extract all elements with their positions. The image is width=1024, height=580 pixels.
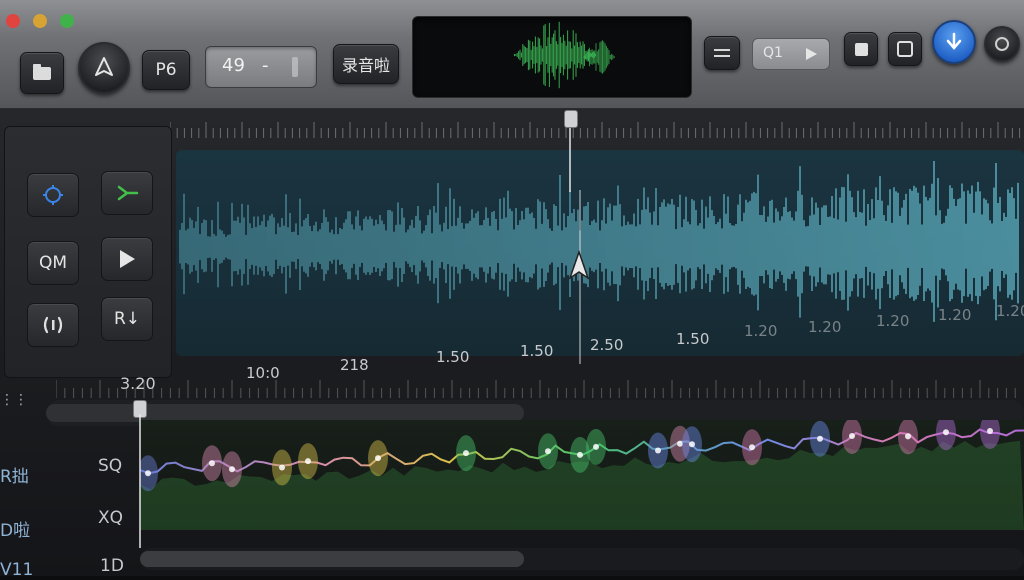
- r-button[interactable]: R↓: [101, 297, 153, 341]
- time-label: 1.20: [744, 322, 778, 340]
- track-1-left-label: R拙: [0, 467, 29, 487]
- track-1-right-label: SQ: [98, 456, 123, 476]
- pitch-node-dot: [545, 448, 551, 455]
- download-button[interactable]: [932, 20, 976, 64]
- pitch-node-dot: [593, 443, 599, 450]
- play-icon: [120, 250, 135, 268]
- qm-label: QM: [38, 253, 68, 273]
- broadcast-button[interactable]: [27, 303, 79, 347]
- arrow-down-icon: [946, 32, 962, 50]
- time-label: 1.20: [808, 318, 842, 336]
- pitch-track-area[interactable]: [138, 413, 1024, 530]
- pitch-node-dot: [749, 444, 755, 451]
- lower-ruler: [56, 380, 1016, 398]
- list-view-button[interactable]: [704, 36, 740, 70]
- mini-display-text: Q1: [763, 45, 783, 61]
- track-2-left-label: D啦: [0, 521, 31, 541]
- mini-display[interactable]: Q1: [752, 38, 830, 70]
- track-3-right-label: 1D: [100, 556, 124, 576]
- time-label: 1.20: [996, 302, 1024, 320]
- pitch-node-dot: [655, 447, 661, 454]
- track-2-right-label: XQ: [98, 508, 124, 528]
- menu-lines-icon: [714, 49, 730, 57]
- play-button[interactable]: [101, 237, 153, 281]
- playhead-top-line: [569, 122, 571, 192]
- time-label: 1.50: [520, 342, 554, 360]
- pitch-node-dot: [375, 455, 381, 462]
- value-field[interactable]: 49 -: [205, 46, 317, 88]
- oscilloscope-display: [412, 16, 692, 98]
- record-count-label: P6: [155, 60, 177, 80]
- pitch-node-dot: [145, 470, 151, 477]
- field-grip-icon: [292, 57, 298, 77]
- settings-button[interactable]: [984, 26, 1020, 62]
- target-icon: [43, 185, 63, 205]
- value-separator: -: [262, 55, 269, 76]
- grid-icon: ⋮⋮: [0, 392, 28, 408]
- record-count-button[interactable]: P6: [142, 50, 190, 90]
- pitch-node-dot: [943, 429, 949, 436]
- pitch-curve: [138, 413, 1024, 530]
- stop-button[interactable]: [844, 32, 878, 66]
- track-scrollbar[interactable]: [140, 548, 1024, 570]
- value-field-text: 49: [222, 55, 245, 76]
- lower-ruler-start: 3.20: [120, 374, 156, 393]
- close-window-button[interactable]: [6, 14, 20, 28]
- stop-icon: [854, 42, 868, 56]
- pitch-node-dot: [209, 460, 215, 467]
- time-label: 1.50: [436, 348, 470, 366]
- loop-button[interactable]: [888, 32, 922, 66]
- zoom-window-button[interactable]: [60, 14, 74, 28]
- play-small-icon: [806, 48, 817, 60]
- fast-forward-icon: [117, 185, 139, 201]
- broadcast-icon: [43, 316, 63, 334]
- time-label: 1.20: [876, 312, 910, 330]
- record-button-label: 录音啦: [341, 56, 390, 75]
- toolbar: P6 49 - 录音啦 Q1: [0, 0, 1024, 109]
- folder-icon: [33, 63, 51, 80]
- pitch-node-dot: [279, 464, 285, 471]
- navigate-knob[interactable]: [78, 42, 130, 94]
- gear-icon: [995, 37, 1009, 51]
- minimize-window-button[interactable]: [33, 14, 47, 28]
- forward-button[interactable]: [101, 171, 153, 215]
- pitch-node-dot: [849, 433, 855, 439]
- qm-button[interactable]: QM: [27, 241, 79, 285]
- track-3-left-label: V11: [0, 560, 34, 580]
- loop-square-icon: [897, 41, 913, 57]
- top-ruler: [170, 122, 1021, 138]
- open-folder-button[interactable]: [20, 52, 64, 94]
- playhead-top-handle[interactable]: [564, 110, 578, 128]
- pitch-node-dot: [229, 466, 235, 473]
- cursor-arrow-icon: [95, 57, 113, 76]
- pitch-node-dot: [689, 441, 695, 448]
- scope-waveform: [513, 21, 615, 89]
- app-window: P6 49 - 录音啦 Q1 QM R↓ 10:0 218 1.50 1.50 …: [0, 0, 1024, 580]
- pitch-node-dot: [817, 435, 823, 442]
- r-label: R↓: [113, 309, 141, 329]
- transport-panel: QM R↓: [4, 126, 172, 378]
- mouse-cursor-icon: [568, 250, 590, 280]
- pitch-node-dot: [463, 450, 469, 457]
- time-label: 1.50: [676, 330, 710, 348]
- target-button[interactable]: [27, 173, 79, 217]
- track-scroll-thumb[interactable]: [140, 551, 524, 567]
- lower-playhead-line: [139, 414, 141, 548]
- pitch-node-dot: [987, 428, 993, 434]
- time-label: 2.50: [590, 336, 624, 354]
- record-button[interactable]: 录音啦: [333, 44, 399, 84]
- pitch-node-dot: [905, 433, 911, 440]
- pitch-node-dot: [577, 451, 583, 458]
- pitch-node-dot: [305, 458, 311, 465]
- time-label: 1.20: [938, 306, 972, 324]
